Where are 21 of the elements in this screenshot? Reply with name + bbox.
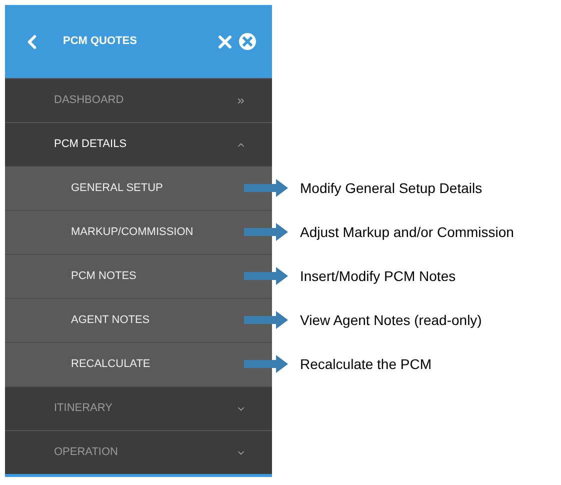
submenu-item[interactable]: PCM NOTES <box>5 254 272 298</box>
annotation-text: Insert/Modify PCM Notes <box>300 266 456 286</box>
submenu-item[interactable]: AGENT NOTES <box>5 298 272 342</box>
submenu-item[interactable]: RECALCULATE <box>5 342 272 386</box>
submenu-item[interactable]: GENERAL SETUP <box>5 166 272 210</box>
header-title: PCM QUOTES <box>63 34 138 50</box>
annotation-text: Modify General Setup Details <box>300 178 482 198</box>
arrow-icon <box>244 311 288 329</box>
annotation-text: Adjust Markup and/or Commission <box>300 222 514 242</box>
submenu-item[interactable]: MARKUP/COMMISSION <box>5 210 272 254</box>
menu-item[interactable]: OPERATION <box>5 430 272 474</box>
arrow-icon <box>244 355 288 373</box>
arrow-icon <box>244 179 288 197</box>
menu-item[interactable]: DASHBOARD <box>5 78 272 122</box>
annotation-text: Recalculate the PCM <box>300 354 432 374</box>
menu-item[interactable]: PCM DETAILS <box>5 122 272 166</box>
arrow-icon <box>244 267 288 285</box>
arrow-icon <box>244 223 288 241</box>
menu-item[interactable]: ITINERARY <box>5 386 272 430</box>
annotation-text: View Agent Notes (read-only) <box>300 310 482 330</box>
double-chevron-icon <box>236 96 246 106</box>
